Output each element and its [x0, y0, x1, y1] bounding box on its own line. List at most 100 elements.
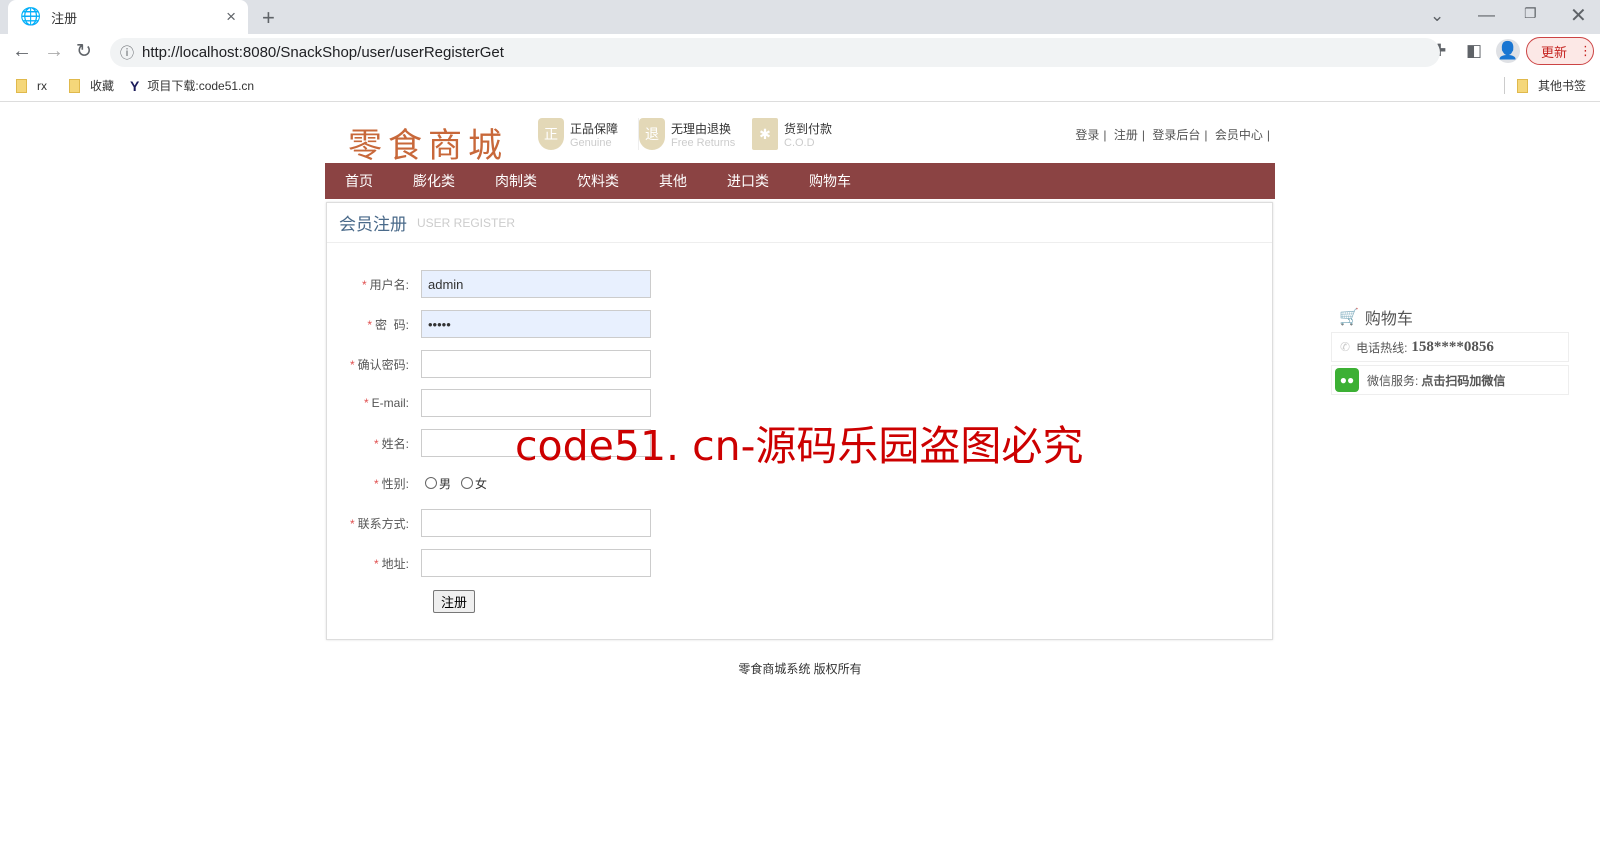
page-subtitle: USER REGISTER [417, 215, 516, 230]
wechat-item[interactable]: ●● 微信服务: 点击扫码加微信 [1331, 365, 1569, 395]
hotline-label: 电话热线: [1356, 340, 1408, 355]
gender-female-radio[interactable] [461, 477, 474, 489]
gender-label: * 性别: [327, 475, 421, 492]
password-input[interactable]: ••••• [421, 310, 651, 338]
nav-cart[interactable]: 购物车 [809, 171, 851, 191]
new-tab-icon[interactable]: + [262, 5, 275, 31]
member-center-link[interactable]: 会员中心 [1215, 128, 1263, 142]
phone-label: * 联系方式: [327, 515, 421, 532]
confirm-password-row: * 确认密码: [327, 350, 747, 378]
label-text: 姓名: [381, 436, 409, 451]
badge-genuine: 正 正品保障 Genuine [538, 118, 618, 150]
restore-icon[interactable]: ❐ [1524, 5, 1537, 22]
gender-male-label: 男 [439, 476, 452, 491]
phone-icon: ✆ [1340, 340, 1351, 354]
gender-female-label: 女 [475, 476, 488, 491]
reload-icon[interactable]: ↻ [76, 40, 92, 63]
minimize-icon[interactable]: — [1478, 5, 1495, 25]
required-mark: * [367, 317, 372, 332]
gift-icon: ✱ [752, 118, 778, 150]
gender-male-radio[interactable] [425, 477, 437, 489]
url-text: http://localhost:8080/SnackShop/user/use… [142, 44, 504, 61]
phone-input[interactable] [421, 509, 651, 537]
wechat-icon: ●● [1335, 368, 1359, 392]
main-nav: 首页 膨化类 肉制类 饮料类 其他 进口类 购物车 [325, 163, 1275, 199]
required-mark: * [349, 357, 355, 372]
password-row: * 密 码: ••••• [327, 310, 747, 338]
required-mark: * [363, 396, 369, 410]
watermark: code51. cn-源码乐园盗图必究 [515, 422, 1084, 470]
bookmark-code51[interactable]: Y 项目下载:code51.cn [130, 77, 254, 94]
side-panel-icon[interactable]: ◧ [1466, 41, 1482, 61]
y-logo-icon: Y [130, 77, 140, 94]
close-window-icon[interactable]: ✕ [1570, 3, 1587, 28]
password-label: * 密 码: [327, 316, 421, 333]
tab-register[interactable]: 🌐 注册 × [8, 0, 248, 34]
confirm-password-input[interactable] [421, 350, 651, 378]
wechat-label: 微信服务: [1367, 373, 1419, 388]
shield-icon: 退 [639, 118, 665, 150]
other-bookmarks[interactable]: 其他书签 [1503, 77, 1586, 94]
address-label: * 地址: [327, 555, 421, 572]
register-link[interactable]: 注册 [1114, 128, 1138, 142]
update-button[interactable]: 更新 ⋮ [1526, 37, 1594, 65]
shield-icon: 正 [538, 118, 564, 150]
bookmark-label: rx [37, 78, 47, 93]
back-icon[interactable]: ← [12, 40, 32, 63]
close-tab-icon[interactable]: × [226, 7, 236, 27]
bookmark-rx[interactable]: rx [16, 78, 47, 93]
required-mark: * [373, 436, 379, 451]
hotline-item: ✆ 电话热线: 158****0856 [1331, 332, 1569, 362]
menu-icon: ⋮ [1579, 43, 1593, 58]
address-bar[interactable]: ⓘ http://localhost:8080/SnackShop/user/u… [110, 38, 1440, 67]
admin-login-link[interactable]: 登录后台 [1152, 128, 1200, 142]
folder-icon [1516, 78, 1528, 93]
nav-meat[interactable]: 肉制类 [495, 171, 537, 191]
cart-icon: 🛒 [1339, 309, 1359, 326]
bookmark-label: 项目下载:code51.cn [147, 79, 255, 93]
nav-drinks[interactable]: 饮料类 [577, 171, 619, 191]
label-text: 确认密码: [357, 357, 409, 372]
wechat-text: 点击扫码加微信 [1421, 373, 1506, 388]
tab-search-icon[interactable]: ⌄ [1430, 6, 1444, 26]
label-text: 密 码: [374, 317, 409, 332]
label-text: 地址: [381, 556, 409, 571]
nav-puffed[interactable]: 膨化类 [413, 171, 455, 191]
register-button[interactable]: 注册 [433, 590, 475, 613]
footer-copyright: 零食商城系统 版权所有 [738, 662, 862, 676]
badge-returns: 退 无理由退换 Free Returns [638, 118, 735, 150]
folder-icon [16, 78, 27, 93]
side-cart[interactable]: 🛒 购物车 [1331, 305, 1569, 329]
bookmark-favorites[interactable]: 收藏 [69, 77, 114, 94]
forward-icon[interactable]: → [44, 40, 64, 63]
required-mark: * [361, 277, 367, 292]
email-label: * E-mail: [327, 396, 421, 410]
badge-sub: Free Returns [671, 136, 736, 149]
username-input[interactable]: admin [421, 270, 651, 298]
panel-header: 会员注册 USER REGISTER [327, 203, 1272, 243]
profile-icon[interactable]: 👤 [1496, 39, 1520, 63]
hotline-number: 158****0856 [1411, 338, 1494, 355]
nav-home[interactable]: 首页 [345, 171, 373, 191]
bookmarks-bar: rx 收藏 Y 项目下载:code51.cn 其他书签 [0, 70, 1600, 102]
site-logo[interactable]: 零食商城 [348, 118, 508, 167]
badge-sub: C.O.D [784, 136, 815, 149]
required-mark: * [349, 516, 355, 531]
globe-icon: 🌐 [20, 7, 42, 26]
nav-other[interactable]: 其他 [659, 171, 687, 191]
address-input[interactable] [421, 549, 651, 577]
label-text: 性别: [381, 476, 409, 491]
gender-row: * 性别: 男 女 [327, 469, 747, 497]
phone-row: * 联系方式: [327, 509, 747, 537]
login-link[interactable]: 登录 [1075, 128, 1099, 142]
update-label: 更新 [1541, 44, 1568, 60]
label-text: 用户名: [369, 277, 409, 292]
badge-title: 无理由退换 [671, 121, 732, 136]
nav-imported[interactable]: 进口类 [727, 171, 769, 191]
badge-title: 正品保障 [570, 121, 619, 136]
page-title: 会员注册 [339, 215, 407, 234]
label-text: E-mail: [371, 396, 409, 410]
required-mark: * [373, 476, 379, 491]
folder-icon [69, 78, 80, 93]
badge-title: 货到付款 [784, 121, 833, 136]
